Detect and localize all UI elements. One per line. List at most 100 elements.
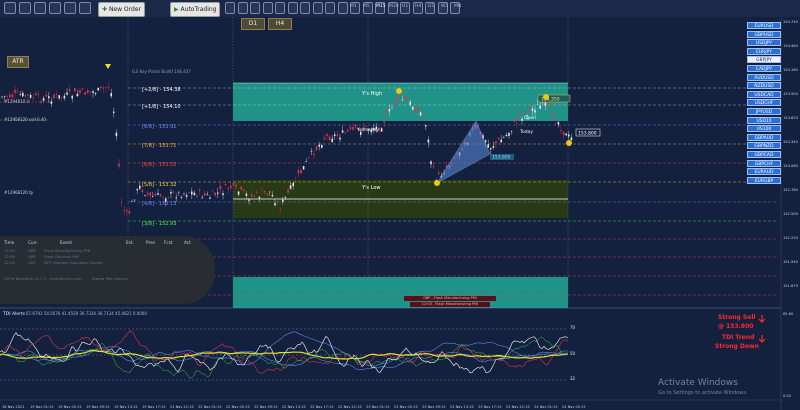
pivot-marker-2 [434,180,440,186]
cursor-icon[interactable] [4,2,16,14]
symbol-button-us100[interactable]: US100 [747,125,781,133]
murray-level-label: [5/8] - 153.32 [142,182,177,188]
candle-body [204,192,206,196]
calendar-time: 12:00 [4,260,15,265]
new-chart-icon[interactable] [262,2,273,14]
symbol-button-cadjpy[interactable]: CADJPY [747,65,781,72]
vertical-line-icon[interactable] [34,2,46,14]
horizontal-line-icon[interactable] [49,2,61,14]
period-w1[interactable]: W1 [441,4,448,9]
period-m15[interactable]: M15 [376,4,386,9]
candle-body [100,86,102,89]
symbol-button-usdjpy[interactable]: USDJPY [747,39,781,47]
candle-body [146,192,149,195]
candle-body [513,120,515,122]
period-m30[interactable]: M30 [389,4,399,9]
atr-button[interactable]: ATR [7,56,29,68]
time-axis-label: 23 Nov 17:15 [478,405,502,409]
pivot-marker-4 [566,140,572,146]
symbol-button-gbpaud[interactable]: GBPAUD [747,133,781,141]
symbol-button-gbpusd[interactable]: GBPUSD [747,30,781,38]
candle-body [404,96,406,100]
candle-body [419,112,422,116]
svg-text:153.800: 153.800 [578,131,597,137]
candle-body [562,131,565,135]
symbol-button-audusd[interactable]: AUDUSD [747,73,781,81]
symbol-button-gbpchf[interactable]: GBPCHF [747,159,781,167]
price-axis-label: 153.060 [783,164,799,168]
period-h1[interactable]: H1 [402,4,408,9]
candle-body [386,111,388,114]
candle-body [68,88,71,92]
candle-body [412,106,414,110]
autotrading-button[interactable]: ▶ AutoTrading [170,2,221,17]
period-mn[interactable]: MN [454,4,461,9]
trendline-icon[interactable] [64,2,76,14]
symbol-button-gbpcad[interactable]: GBPCAD [747,151,781,158]
h4-button[interactable]: H4 [268,18,292,30]
tester-icon[interactable] [325,2,335,14]
symbol-button-gbpnzd[interactable]: GBPNZD [747,142,781,150]
candle-body [321,145,323,148]
candle-body [45,94,47,97]
candle-body [568,134,570,137]
d1-button[interactable]: D1 [241,18,265,30]
crosshair-icon[interactable] [19,2,31,14]
period-h4[interactable]: H4 [415,4,421,9]
candle-body [300,169,302,174]
sell-label: #12958120 sell 0.40 [4,117,46,122]
candle-body [110,93,112,97]
price-axis-label: 154.740 [783,20,799,24]
symbol-button-gbpjpy[interactable]: GBPJPY [747,56,781,64]
candle-body [1,96,3,98]
terminal-icon[interactable] [312,2,323,14]
candle-body [27,94,29,96]
channel-icon[interactable] [79,2,91,14]
candle-body [193,192,196,196]
pivot-marker-3 [543,94,549,100]
candle-body [9,94,11,98]
symbol-button-euraud[interactable]: EURAUD [747,168,781,176]
candle-body [185,195,188,197]
text-icon[interactable] [237,2,248,14]
terminal-window: ✚ New Order ▶ AutoTrading M1 M5 M15 M30 H1 H4… [0,0,800,410]
time-axis-label: 23 Nov 13:15 [450,405,474,409]
alert-strong-sell: Strong Sell [718,314,755,321]
candle-body [211,191,214,193]
arrows-icon[interactable] [250,2,260,14]
period-m1[interactable]: M1 [350,4,357,9]
market-watch-icon[interactable] [287,2,298,14]
candle-body [214,192,216,196]
candle-body [552,113,554,117]
candle-body [6,96,8,97]
candle-body [523,111,526,114]
svg-text:70: 70 [570,325,576,330]
calendar-header-cell: Prev [146,240,156,245]
time-axis-label: 19 Nov 05:15 [58,405,82,409]
symbol-button-jpyusd[interactable]: JPYUSD [747,108,781,115]
symbol-button-usdcad[interactable]: USDCAD [747,90,781,98]
candle-body [175,197,177,199]
period-d1[interactable]: D1 [428,4,434,9]
navigator-icon[interactable] [300,2,310,14]
candle-body [3,96,6,97]
symbol-button-usdchf[interactable]: USDCHF [747,99,781,107]
fibo-icon[interactable] [225,2,235,14]
new-order-button[interactable]: ✚ New Order [98,2,145,17]
symbol-button-eurusd[interactable]: EURUSD [747,22,781,29]
tick-footer: Stereo Pain Factory [92,276,129,281]
profiles-icon[interactable] [275,2,285,14]
symbol-button-usd10[interactable]: USD10 [747,116,781,124]
activate-windows-subtitle: Go to Settings to activate Windows. [658,390,748,396]
symbol-button-eurjpy[interactable]: EURJPY [747,47,781,55]
candle-body [544,102,547,106]
symbol-button-eurgbp[interactable]: EURGBP [747,176,781,184]
tdi-title: TDI Alerts [2,311,26,317]
candle-body [250,194,253,197]
period-m5[interactable]: M5 [363,4,370,9]
price-chart[interactable]: Y's High Y's Low Yesterday Today Open #1… [0,17,800,410]
candle-body [172,191,175,193]
symbol-button-nzdusd[interactable]: NZDUSD [747,82,781,90]
candle-body [206,194,209,195]
zoom-in-icon[interactable] [337,2,348,14]
